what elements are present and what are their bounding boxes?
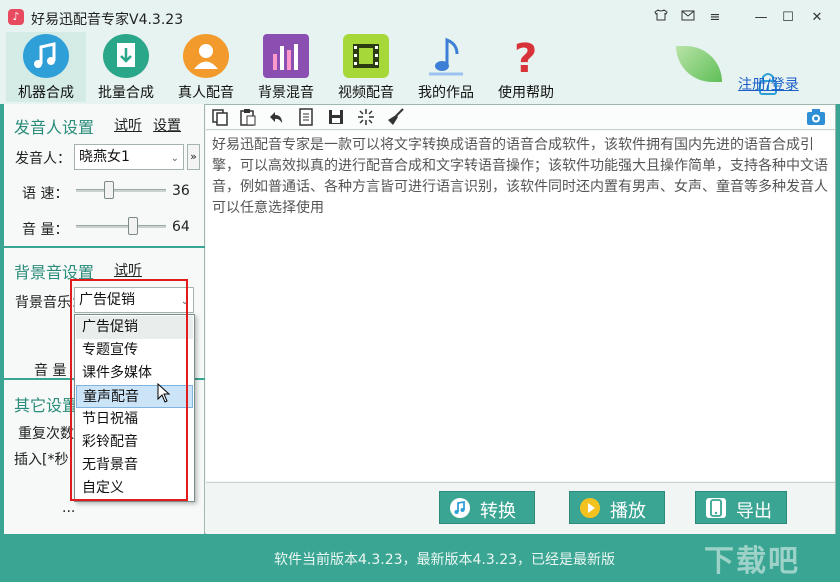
bg-music-select[interactable]: 广告促销 ⌄	[74, 287, 194, 313]
tool-video-dubbing[interactable]: 视频配音	[326, 32, 406, 102]
convert-button[interactable]: 转换	[439, 491, 535, 524]
editor-toolbar	[206, 105, 835, 130]
dropdown-option[interactable]: 节日祝福	[76, 408, 193, 431]
copy-icon[interactable]	[211, 108, 231, 128]
music-note-blue-icon	[423, 34, 469, 78]
speed-slider-track[interactable]	[76, 189, 166, 192]
maximize-icon[interactable]: ☐	[777, 8, 799, 28]
dropdown-option-hovered[interactable]: 童声配音	[76, 385, 193, 408]
speaker-listen-link[interactable]: 试听	[114, 115, 142, 135]
play-button-label: 播放	[610, 501, 646, 522]
undo-icon[interactable]	[267, 108, 287, 128]
play-icon	[580, 498, 600, 518]
export-button-label: 导出	[736, 501, 772, 522]
question-icon: ?	[503, 34, 549, 82]
download-doc-icon	[103, 34, 149, 78]
shirt-icon[interactable]	[650, 8, 672, 28]
tool-label: 批量合成	[98, 85, 154, 101]
speaker-more-button[interactable]: »	[187, 144, 200, 170]
tool-human-voice[interactable]: 真人配音	[166, 32, 246, 102]
speed-value: 36	[172, 183, 190, 199]
broom-icon[interactable]	[387, 108, 407, 128]
register-login-link[interactable]: 注册/登录	[738, 74, 799, 94]
close-icon[interactable]: ✕	[806, 8, 828, 28]
volume-slider-thumb[interactable]	[128, 217, 138, 235]
speaker-select[interactable]: 晓燕女1 ⌄	[74, 144, 184, 170]
svg-text:?: ?	[514, 36, 537, 78]
convert-button-label: 转换	[480, 501, 516, 522]
dropdown-option[interactable]: 课件多媒体	[76, 362, 193, 385]
version-status-text: 软件当前版本4.3.23，最新版本4.3.23，已经是最新版	[274, 552, 616, 568]
watermark-logo: 下载吧	[704, 544, 800, 579]
minimize-icon[interactable]: —	[750, 8, 772, 28]
dropdown-option[interactable]: 广告促销	[76, 316, 193, 339]
tool-machine-synthesis[interactable]: 机器合成	[6, 32, 86, 102]
volume-slider-track[interactable]	[76, 225, 166, 228]
section-divider	[4, 246, 205, 248]
tool-label: 真人配音	[178, 85, 234, 101]
bg-music-dropdown: 广告促销 专题宣传 课件多媒体 童声配音 节日祝福 彩铃配音 无背景音 自定义	[74, 314, 195, 502]
export-button[interactable]: 导出	[695, 491, 787, 524]
window-title: 好易迅配音专家V4.3.23	[31, 12, 184, 28]
tool-label: 使用帮助	[498, 85, 554, 101]
document-icon[interactable]	[297, 108, 317, 128]
dropdown-option[interactable]: 彩铃配音	[76, 431, 193, 454]
volume-label: 音 量：	[22, 222, 69, 238]
tool-label: 机器合成	[18, 85, 74, 101]
export-device-icon	[706, 498, 726, 518]
volume-value: 64	[172, 219, 190, 235]
bg-volume-label: 音 量	[34, 363, 67, 379]
other-settings-title: 其它设置	[14, 396, 79, 415]
bg-settings-title: 背景音设置	[14, 263, 95, 282]
music-note-icon	[450, 498, 470, 518]
chevron-down-icon: ⌄	[170, 153, 179, 164]
dropdown-option[interactable]: 无背景音	[76, 454, 193, 477]
film-icon	[343, 34, 389, 78]
speaker-select-value: 晓燕女1	[79, 149, 130, 165]
main-toolbar: 机器合成 批量合成 真人配音 背景混音 视频配音 我的作品 ? 使用帮助	[0, 28, 840, 104]
speaker-settings-title: 发音人设置	[14, 118, 95, 137]
bg-listen-link[interactable]: 试听	[114, 260, 142, 280]
repeat-count-label: 重复次数	[18, 426, 74, 442]
dropdown-option[interactable]: 专题宣传	[76, 339, 193, 362]
speaker-label: 发音人：	[15, 151, 71, 167]
tool-label: 背景混音	[258, 85, 314, 101]
save-icon[interactable]	[327, 108, 347, 128]
sparkle-icon[interactable]	[357, 108, 377, 128]
bg-music-select-value: 广告促销	[79, 292, 135, 308]
camera-icon[interactable]	[806, 108, 826, 126]
tool-bg-mix[interactable]: 背景混音	[246, 32, 326, 102]
mouse-cursor-icon	[157, 382, 171, 403]
speed-label: 语 速：	[22, 186, 69, 202]
chevron-down-icon: ⌄	[180, 296, 189, 307]
mail-icon[interactable]	[677, 8, 699, 28]
tool-help[interactable]: ? 使用帮助	[486, 32, 566, 102]
insert-pause-label: 插入[*秒	[14, 452, 69, 468]
ellipsis-text: ...	[62, 500, 76, 516]
leaf-decoration	[676, 46, 722, 82]
music-note-icon	[23, 34, 69, 78]
person-icon	[183, 34, 229, 78]
play-button[interactable]: 播放	[569, 491, 665, 524]
app-logo-icon: ♪	[8, 9, 24, 25]
tool-my-works[interactable]: 我的作品	[406, 32, 486, 102]
paste-icon[interactable]	[239, 108, 259, 128]
tool-batch-synthesis[interactable]: 批量合成	[86, 32, 166, 102]
text-editor[interactable]: 好易迅配音专家是一款可以将文字转换成语音的语音合成软件，该软件拥有国内先进的语音…	[206, 131, 835, 481]
speed-slider-thumb[interactable]	[104, 181, 114, 199]
dropdown-option[interactable]: 自定义	[76, 477, 193, 500]
tool-label: 我的作品	[418, 85, 474, 101]
speaker-settings-link[interactable]: 设置	[153, 115, 181, 135]
equalizer-icon	[263, 34, 309, 78]
menu-icon[interactable]: ≡	[704, 8, 726, 28]
tool-label: 视频配音	[338, 85, 394, 101]
